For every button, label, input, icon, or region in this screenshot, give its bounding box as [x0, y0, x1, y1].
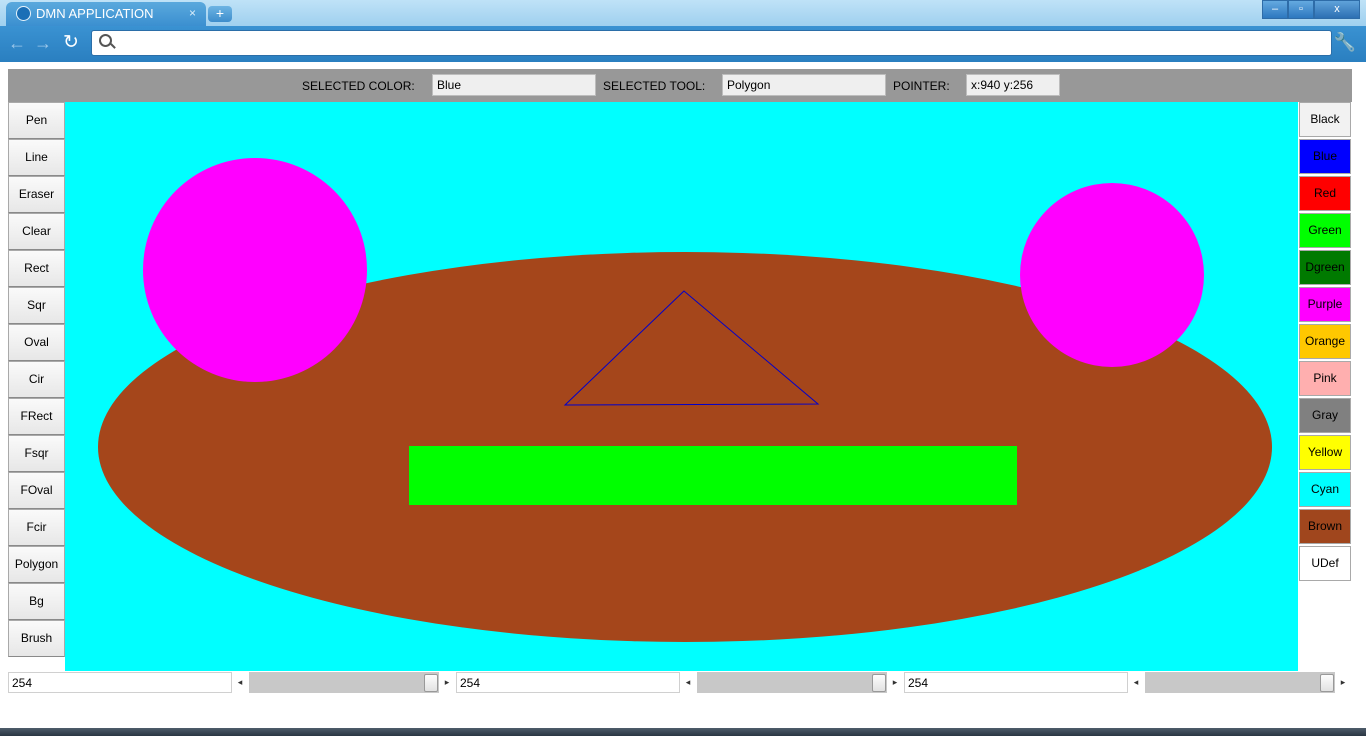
scroll-right-arrow-icon[interactable]: ▸ — [439, 672, 455, 693]
selected-color-field[interactable]: Blue — [432, 74, 596, 96]
rgb-value-field[interactable]: 254 — [456, 672, 680, 693]
rgb-value-field[interactable]: 254 — [904, 672, 1128, 693]
new-tab-button[interactable]: + — [208, 6, 232, 22]
tool-button-pen[interactable]: Pen — [8, 102, 65, 139]
reload-icon[interactable]: ↻ — [63, 31, 79, 54]
rgb-slider-group: 254 ◂ ▸ — [904, 671, 1352, 694]
slider-thumb[interactable] — [872, 674, 886, 692]
scroll-left-arrow-icon[interactable]: ◂ — [1128, 672, 1144, 693]
rgb-slider-group: 254 ◂ ▸ — [8, 671, 456, 694]
green-rectangle — [409, 446, 1017, 505]
tool-button-brush[interactable]: Brush — [8, 620, 65, 657]
selected-color-label: SELECTED COLOR: — [302, 79, 415, 93]
color-button-pink[interactable]: Pink — [1299, 361, 1351, 396]
wrench-icon[interactable]: 🔧 — [1334, 32, 1356, 53]
color-button-orange[interactable]: Orange — [1299, 324, 1351, 359]
rgb-value-field[interactable]: 254 — [8, 672, 232, 693]
tool-button-line[interactable]: Line — [8, 139, 65, 176]
slider-track[interactable] — [697, 672, 887, 693]
tool-button-oval[interactable]: Oval — [8, 324, 65, 361]
color-button-purple[interactable]: Purple — [1299, 287, 1351, 322]
canvas-drawing — [98, 158, 1272, 642]
browser-tab[interactable]: DMN APPLICATION × — [6, 2, 206, 26]
tool-button-sqr[interactable]: Sqr — [8, 287, 65, 324]
tab-title: DMN APPLICATION — [36, 6, 154, 21]
forward-arrow-icon[interactable]: → — [34, 33, 52, 54]
close-window-button[interactable]: x — [1314, 0, 1360, 19]
tool-button-clear[interactable]: Clear — [8, 213, 65, 250]
window-controls: – ▫ x — [1262, 0, 1360, 19]
slider-thumb[interactable] — [1320, 674, 1334, 692]
selected-tool-label: SELECTED TOOL: — [603, 79, 706, 93]
color-button-black[interactable]: Black — [1299, 102, 1351, 137]
color-button-brown[interactable]: Brown — [1299, 509, 1351, 544]
left-magenta-circle — [143, 158, 367, 382]
browser-titlebar: DMN APPLICATION × + – ▫ x — [0, 0, 1366, 26]
color-button-yellow[interactable]: Yellow — [1299, 435, 1351, 470]
minimize-button[interactable]: – — [1262, 0, 1288, 19]
slider-track[interactable] — [249, 672, 439, 693]
pointer-label: POINTER: — [893, 79, 950, 93]
os-taskbar — [0, 728, 1366, 736]
drawing-canvas[interactable] — [65, 102, 1298, 671]
color-button-red[interactable]: Red — [1299, 176, 1351, 211]
right-magenta-circle — [1020, 183, 1204, 367]
tool-button-eraser[interactable]: Eraser — [8, 176, 65, 213]
selected-tool-field[interactable]: Polygon — [722, 74, 886, 96]
color-button-cyan[interactable]: Cyan — [1299, 472, 1351, 507]
color-button-udef[interactable]: UDef — [1299, 546, 1351, 581]
tool-button-fcir[interactable]: Fcir — [8, 509, 65, 546]
color-button-gray[interactable]: Gray — [1299, 398, 1351, 433]
pointer-field[interactable]: x:940 y:256 — [966, 74, 1060, 96]
color-button-green[interactable]: Green — [1299, 213, 1351, 248]
app-status-bar: SELECTED COLOR: Blue SELECTED TOOL: Poly… — [8, 69, 1352, 102]
color-button-blue[interactable]: Blue — [1299, 139, 1351, 174]
scroll-right-arrow-icon[interactable]: ▸ — [887, 672, 903, 693]
color-panel: Black Blue Red Green Dgreen Purple Orange Pink G… — [1298, 102, 1352, 671]
rgb-slider-group: 254 ◂ ▸ — [456, 671, 904, 694]
tool-button-fsqr[interactable]: Fsqr — [8, 435, 65, 472]
tool-button-polygon[interactable]: Polygon — [8, 546, 65, 583]
slider-thumb[interactable] — [424, 674, 438, 692]
address-bar[interactable] — [91, 30, 1332, 56]
maximize-button[interactable]: ▫ — [1288, 0, 1314, 19]
browser-toolbar: ← → ↻ 🔧 — [0, 26, 1366, 62]
slider-track[interactable] — [1145, 672, 1335, 693]
tool-button-foval[interactable]: FOval — [8, 472, 65, 509]
color-button-dgreen[interactable]: Dgreen — [1299, 250, 1351, 285]
tool-button-bg[interactable]: Bg — [8, 583, 65, 620]
tool-button-frect[interactable]: FRect — [8, 398, 65, 435]
tool-button-cir[interactable]: Cir — [8, 361, 65, 398]
rgb-slider-bar: 254 ◂ ▸ 254 ◂ ▸ 254 ◂ ▸ — [8, 671, 1352, 694]
scroll-right-arrow-icon[interactable]: ▸ — [1335, 672, 1351, 693]
globe-icon — [16, 6, 31, 21]
scroll-left-arrow-icon[interactable]: ◂ — [232, 672, 248, 693]
scroll-left-arrow-icon[interactable]: ◂ — [680, 672, 696, 693]
tab-close-icon[interactable]: × — [189, 2, 196, 24]
search-icon — [99, 34, 112, 47]
back-arrow-icon[interactable]: ← — [8, 33, 26, 54]
tool-button-rect[interactable]: Rect — [8, 250, 65, 287]
tool-panel: Pen Line Eraser Clear Rect Sqr Oval Cir FRect Fsq… — [8, 102, 65, 657]
